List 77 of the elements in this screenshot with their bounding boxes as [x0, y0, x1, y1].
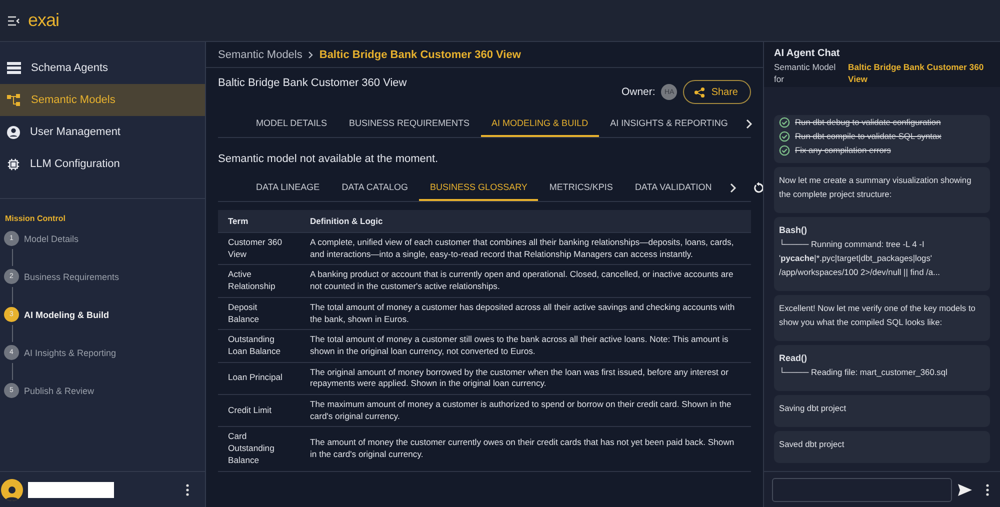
definition-cell-text: A complete, unified view of each customer that combines all their banking relationships—deposits, loans, cards, and interactions—into a single, easy-to-read record that Relationship Managers can access instantly. [309, 236, 735, 261]
more-icon[interactable] [986, 484, 989, 496]
check-circle-icon [779, 116, 790, 128]
chevron-right-icon[interactable] [744, 118, 753, 128]
chat-message: Saved dbt project [774, 431, 990, 463]
term-cell-text: Loan Principal [227, 371, 284, 384]
tool-output: └──── Reading file: mart_customer_360.sql [779, 366, 948, 379]
term-cell-text: Customer 360 View [227, 236, 283, 261]
definition-cell-text: The total amount of money a customer still owes to the bank across all their active loans. Note: This amount is shown in the original loan currency, not converted to Euros. [309, 333, 730, 358]
definition-cell-text: The maximum amount of money a customer is authorized to spend or borrow on their credit card. Shown in the card's original currency. [309, 398, 732, 423]
nav-item[interactable]: User Management [0, 116, 205, 148]
definition-cell-text: The amount of money the customer currently owes on their credit cards that has not yet been paid back. Shown in the card's original currency. [309, 436, 736, 461]
chat-input[interactable] [772, 478, 952, 502]
tab[interactable]: DATA CATALOG [330, 174, 420, 201]
hierarchy-icon [7, 94, 21, 106]
tool-title: Bash() [779, 224, 808, 237]
term-cell-text: Card Outstanding Balance [227, 430, 276, 467]
breadcrumb-current: Baltic Bridge Bank Customer 360 View [319, 48, 521, 60]
chat-message: Excellent! Now let me verify one of the key models to show you what the compiled SQL looks like: [774, 295, 990, 341]
tab[interactable]: BUSINESS GLOSSARY [419, 174, 538, 201]
column-header: Term [227, 216, 250, 226]
nav-label: Schema Agents [31, 62, 108, 74]
avatar-icon[interactable] [1, 478, 23, 500]
nav-label: Semantic Models [31, 94, 116, 106]
tab[interactable]: MODEL DETAILS [245, 110, 338, 137]
tool-title: Read() [779, 352, 808, 365]
more-icon[interactable] [186, 484, 189, 496]
chevron-right-icon[interactable] [728, 182, 737, 192]
nav-item[interactable]: Schema Agents [0, 52, 205, 84]
share-button[interactable]: Share [683, 80, 751, 104]
tab[interactable]: DATA VALIDATION [624, 174, 723, 201]
nav-item[interactable]: Semantic Models [0, 84, 205, 116]
chat-message: Saving dbt project [774, 395, 990, 427]
tab[interactable]: AI MODELING & BUILD [480, 110, 600, 137]
share-icon [694, 86, 706, 98]
user-icon [7, 126, 20, 138]
tab[interactable]: AI INSIGHTS & REPORTING [599, 110, 739, 137]
menu-collapse-icon[interactable] [8, 16, 20, 26]
tab[interactable]: BUSINESS REQUIREMENTS [338, 110, 481, 137]
checklist-item: Run dbt debug to validate configuration [795, 116, 941, 129]
notice-text: Semantic model not available at the moment. [218, 152, 440, 167]
step-label[interactable]: Business Requirements [24, 272, 120, 282]
column-header: Definition & Logic [309, 216, 384, 226]
chat-title: AI Agent Chat [774, 48, 841, 59]
nav-label: LLM Configuration [30, 158, 120, 170]
step-label[interactable]: AI Insights & Reporting [24, 348, 116, 358]
check-circle-icon [779, 144, 790, 156]
tool-output: └──── Running command: tree -L 4 -I 'pycache|*.pyc|target|dbt_packages|logs' /app/workspaces/100 2>/dev/null || find /a... [779, 238, 942, 279]
breadcrumb-separator-icon [308, 50, 314, 58]
definition-cell-text: The original amount of money borrowed by the customer when the loan was first issued, before any interest or repayments were applied. Shown in the original loan currency. [309, 366, 730, 390]
definition-cell-text: A banking product or account that is currently open and operational. Closed, cancelled, or inactive accounts are not counted in the customer's active relationships. [309, 268, 734, 294]
list-icon [7, 62, 21, 74]
nav-label: User Management [30, 126, 120, 138]
nav-item[interactable]: LLM Configuration [0, 148, 205, 180]
send-icon[interactable] [958, 484, 972, 496]
owner-label: Owner: [621, 86, 656, 98]
chat-subtitle-value: Baltic Bridge Bank Customer 360 View [848, 61, 985, 85]
tab[interactable]: METRICS/KPIS [538, 174, 624, 201]
chat-subtitle-label: Semantic Model for [774, 61, 837, 85]
definition-cell-text: The total amount of money a customer has deposited across all their active savings and checking accounts with the bank, shown in Euros. [309, 300, 736, 326]
tab[interactable]: DATA LINEAGE [245, 174, 331, 201]
chip-icon [7, 158, 20, 170]
term-cell-text: Active Relationship [227, 268, 276, 294]
checklist-item: Run dbt compile to validate SQL syntax [795, 130, 942, 143]
term-cell-text: Credit Limit [227, 404, 272, 417]
checklist-item: Fix any compilation errors [795, 144, 891, 157]
term-cell-text: Outstanding Loan Balance [227, 333, 282, 358]
step-label[interactable]: Model Details [24, 234, 79, 244]
step-label[interactable]: AI Modeling & Build [24, 310, 109, 320]
section-title: Mission Control [4, 213, 66, 225]
check-circle-icon [779, 130, 790, 142]
logo: exai [28, 10, 60, 31]
term-cell-text: Deposit Balance [227, 300, 260, 326]
model-title: Baltic Bridge Bank Customer 360 View [218, 77, 407, 89]
chat-message: Now let me create a summary visualization showing the complete project structure: [774, 167, 990, 213]
breadcrumb-link[interactable]: Semantic Models [218, 48, 302, 60]
step-label[interactable]: Publish & Review [24, 386, 94, 396]
